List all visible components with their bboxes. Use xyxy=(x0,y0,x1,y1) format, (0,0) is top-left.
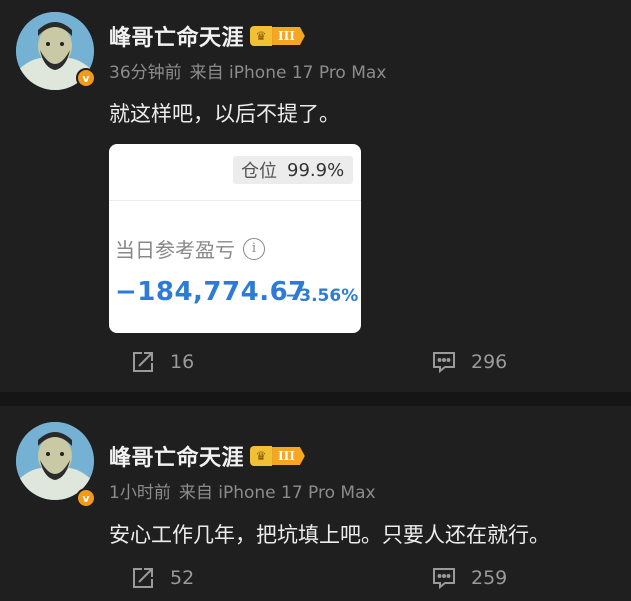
verified-icon: v xyxy=(76,488,96,508)
share-count: 16 xyxy=(170,351,195,373)
post-divider xyxy=(0,392,631,406)
username[interactable]: 峰哥亡命天涯 xyxy=(109,20,244,52)
crown-icon: ♛ xyxy=(250,446,273,466)
comment-count: 296 xyxy=(471,351,508,373)
post-1: v 峰哥亡命天涯 ♛ III 36分钟前 来自 iPhone 17 Pro Max… xyxy=(0,0,631,392)
username[interactable]: 峰哥亡命天涯 xyxy=(109,440,244,472)
share-button[interactable]: 52 xyxy=(130,565,194,591)
post-source: 来自 iPhone 17 Pro Max xyxy=(178,483,376,503)
card-divider xyxy=(109,200,361,201)
info-icon: i xyxy=(243,237,265,260)
comment-button[interactable]: 296 xyxy=(431,349,507,375)
rank-level: III xyxy=(272,27,305,45)
post-meta: 36分钟前 来自 iPhone 17 Pro Max xyxy=(109,58,386,83)
pnl-label: 当日参考盈亏 xyxy=(115,238,235,262)
rank-badge[interactable]: ♛ III xyxy=(250,26,305,46)
pnl-value: −184,774.67 xyxy=(115,277,307,307)
position-value: 99.9% xyxy=(287,159,345,181)
author-row: 峰哥亡命天涯 ♛ III xyxy=(109,20,305,52)
pnl-label-row: 当日参考盈亏 i xyxy=(115,234,265,263)
crown-icon: ♛ xyxy=(250,26,273,46)
post-time: 1小时前 xyxy=(109,483,171,503)
share-icon xyxy=(133,352,153,372)
comment-icon xyxy=(433,352,455,374)
post-text: 就这样吧，以后不提了。 xyxy=(109,102,340,126)
post-meta: 1小时前 来自 iPhone 17 Pro Max xyxy=(109,478,376,503)
attached-image-card[interactable]: 仓位 99.9% 当日参考盈亏 i −184,774.67 −3.56% xyxy=(109,144,361,333)
post-2: v 峰哥亡命天涯 ♛ III 1小时前 来自 iPhone 17 Pro Max … xyxy=(0,406,631,601)
post-source: 来自 iPhone 17 Pro Max xyxy=(189,63,387,83)
share-count: 52 xyxy=(170,567,195,589)
share-button[interactable]: 16 xyxy=(130,349,194,375)
position-label: 仓位 xyxy=(241,161,277,182)
rank-badge[interactable]: ♛ III xyxy=(250,446,305,466)
share-icon xyxy=(133,568,153,588)
post-time: 36分钟前 xyxy=(109,63,182,83)
author-row: 峰哥亡命天涯 ♛ III xyxy=(109,440,305,472)
post-text: 安心工作几年，把坑填上吧。只要人还在就行。 xyxy=(109,523,550,547)
comment-count: 259 xyxy=(471,567,508,589)
position-tag: 仓位 99.9% xyxy=(233,156,353,184)
verified-icon: v xyxy=(76,68,96,88)
rank-level: III xyxy=(272,447,305,465)
comment-button[interactable]: 259 xyxy=(431,565,507,591)
comment-icon xyxy=(433,568,455,590)
pnl-percent: −3.56% xyxy=(285,286,359,306)
